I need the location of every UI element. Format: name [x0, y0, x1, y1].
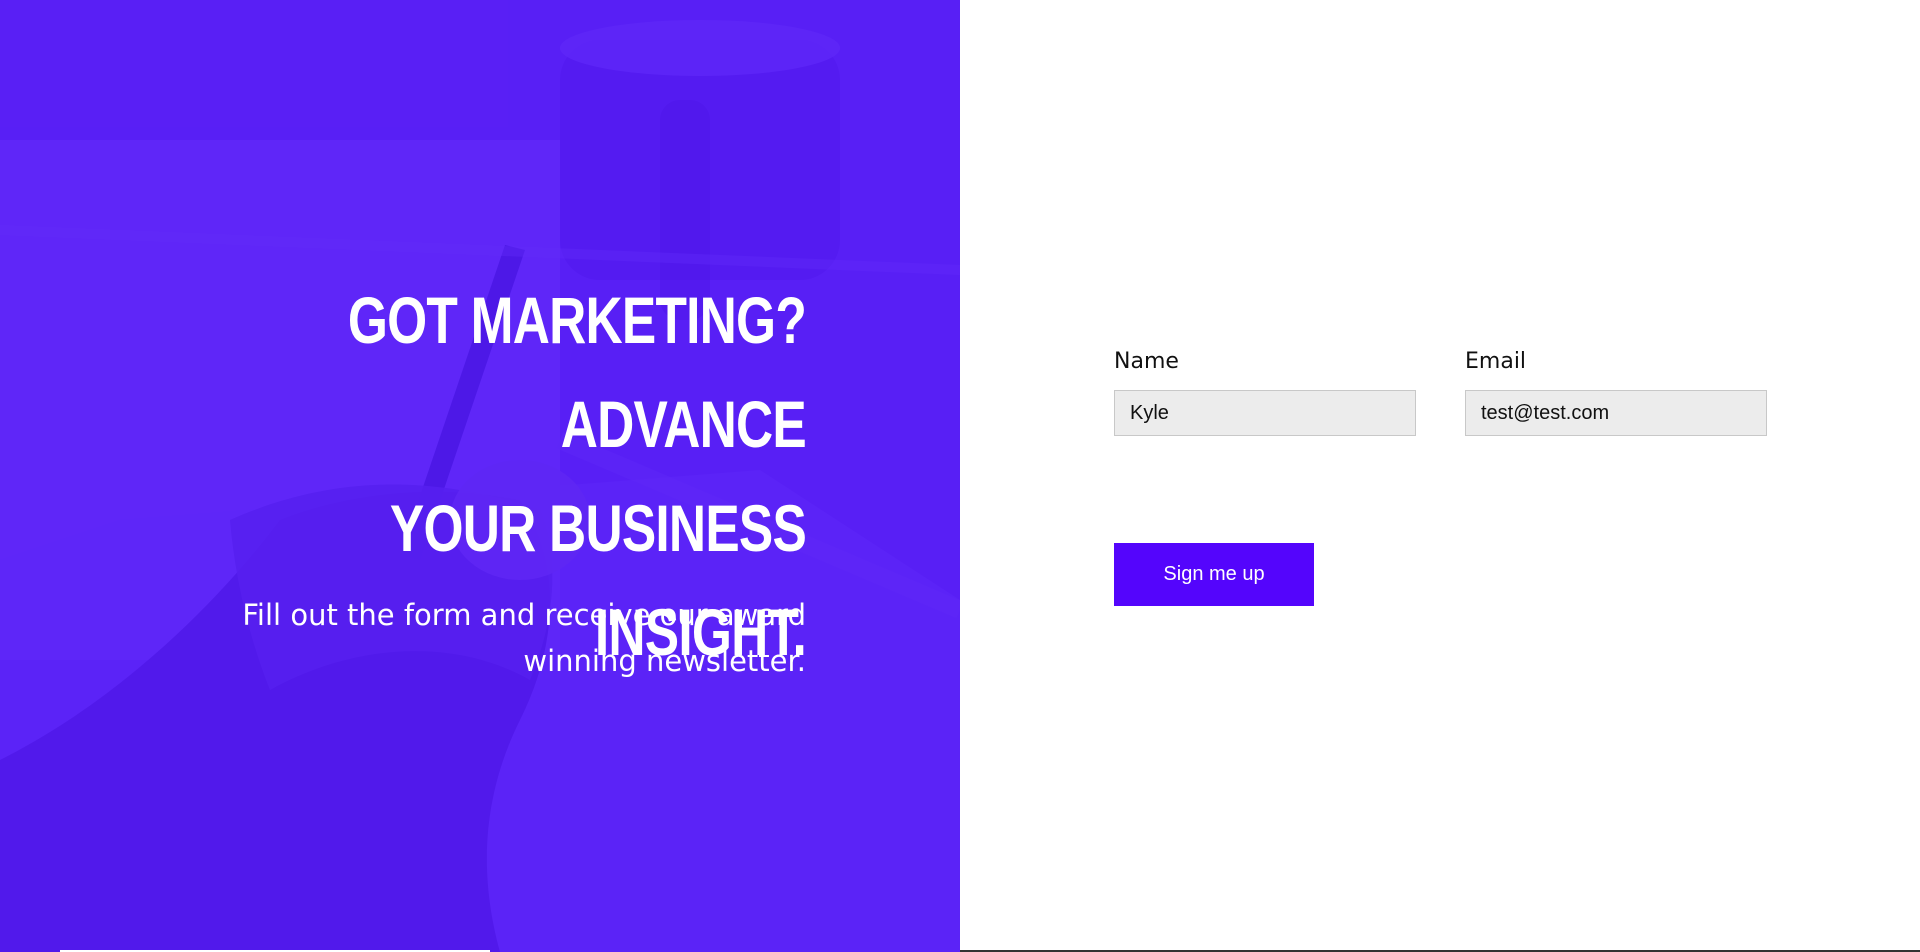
hero-subtext: Fill out the form and receive our award …: [242, 598, 806, 678]
sign-up-button[interactable]: Sign me up: [1114, 543, 1314, 606]
hero-heading-line-1: Got marketing? Advance: [347, 283, 807, 461]
name-input[interactable]: [1114, 390, 1416, 436]
name-label: Name: [1114, 349, 1179, 374]
email-input[interactable]: [1465, 390, 1767, 436]
newsletter-signup-page: Got marketing? Advance your business ins…: [0, 0, 1920, 952]
signup-form-panel: Name Email Sign me up: [960, 0, 1920, 952]
name-field-group: Name: [1114, 346, 1416, 436]
email-label: Email: [1465, 349, 1527, 374]
hero-panel: Got marketing? Advance your business ins…: [0, 0, 960, 952]
email-field-group: Email: [1465, 346, 1767, 436]
